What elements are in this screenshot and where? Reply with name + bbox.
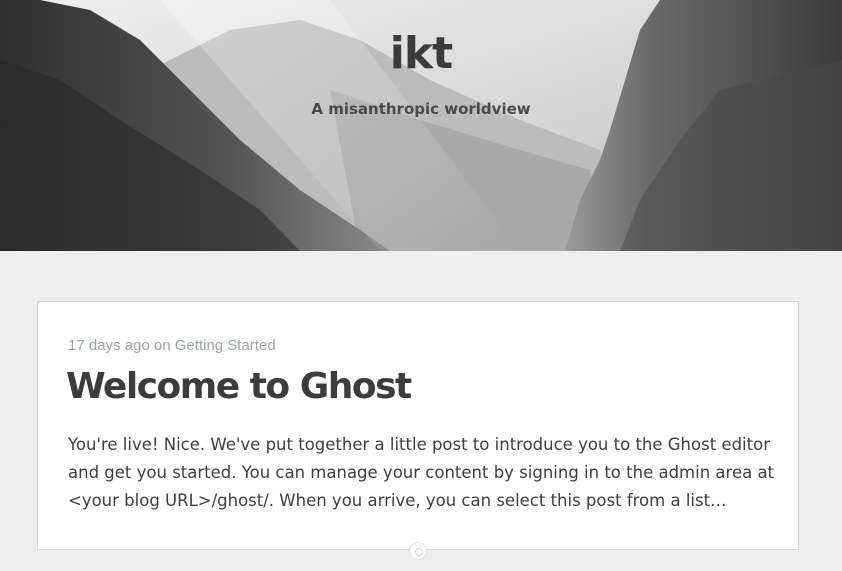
site-header: ikt A misanthropic worldview	[0, 0, 842, 251]
post-date: 17 days ago	[68, 337, 150, 354]
site-title[interactable]: ikt	[0, 28, 842, 79]
post-meta: 17 days ago on Getting Started	[68, 337, 276, 354]
pagination-dot-icon	[409, 542, 427, 560]
site-description: A misanthropic worldview	[311, 100, 531, 118]
post-meta-on: on	[153, 337, 171, 354]
post-tag-link[interactable]: Getting Started	[175, 337, 276, 354]
post-card: 17 days ago on Getting Started Welcome t…	[37, 301, 799, 550]
post-excerpt: You're live! Nice. We've put together a …	[68, 435, 775, 510]
post-title-link[interactable]: Welcome to Ghost	[66, 366, 412, 407]
